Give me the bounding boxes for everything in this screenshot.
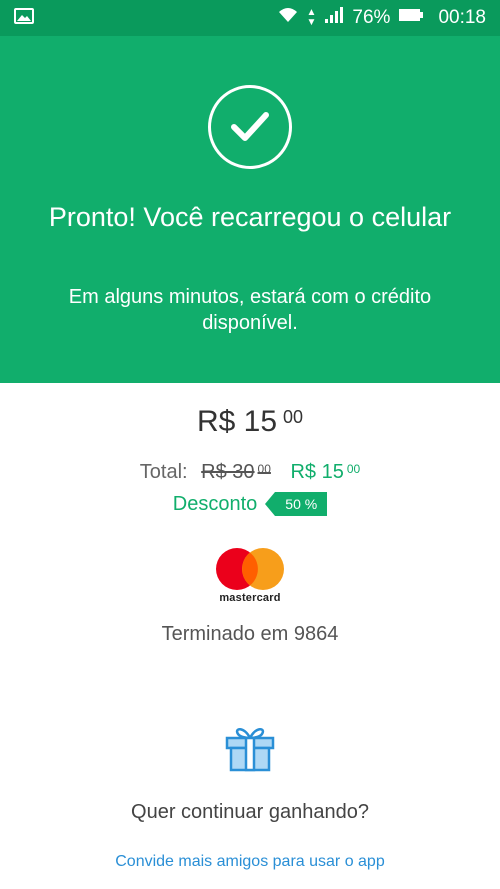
battery-icon — [398, 7, 424, 29]
discount-label: Desconto — [172, 492, 258, 515]
status-bar: ▲ ▼ 76% 00:18 — [0, 0, 500, 36]
image-icon — [14, 7, 34, 29]
card-brand: mastercard — [219, 592, 281, 604]
success-banner: Pronto! Você recarregou o celular Em alg… — [0, 36, 500, 383]
discount-badge: 50 % — [265, 492, 328, 516]
total-label: Total: — [139, 461, 188, 483]
data-arrows-icon: ▲ ▼ — [306, 7, 317, 28]
success-title: Pronto! Você recarregou o celular — [48, 202, 452, 232]
recharge-amount: R$ 15 00 — [0, 405, 500, 439]
original-price: R$ 30 00 — [201, 461, 271, 483]
invite-friends-link[interactable]: Convide mais amigos para usar o app — [0, 853, 500, 871]
gift-icon — [224, 724, 276, 772]
continue-earning-text: Quer continuar ganhando? — [131, 801, 369, 823]
signal-icon — [324, 6, 344, 30]
wifi-icon — [277, 6, 299, 30]
amount-main: R$ 15 — [196, 405, 278, 438]
success-subtitle: Em alguns minutos, estará com o crédito … — [68, 286, 432, 334]
discount-row: Desconto 50 % — [0, 492, 500, 516]
battery-percent: 76% — [352, 7, 391, 28]
card-ending: Terminado em 9864 — [161, 623, 339, 645]
discounted-price: R$ 15 00 — [290, 461, 361, 483]
check-circle-icon — [208, 85, 292, 169]
amount-cents: 00 — [283, 407, 304, 427]
total-row: Total: R$ 30 00 R$ 15 00 — [0, 461, 500, 484]
clock: 00:18 — [438, 7, 486, 28]
